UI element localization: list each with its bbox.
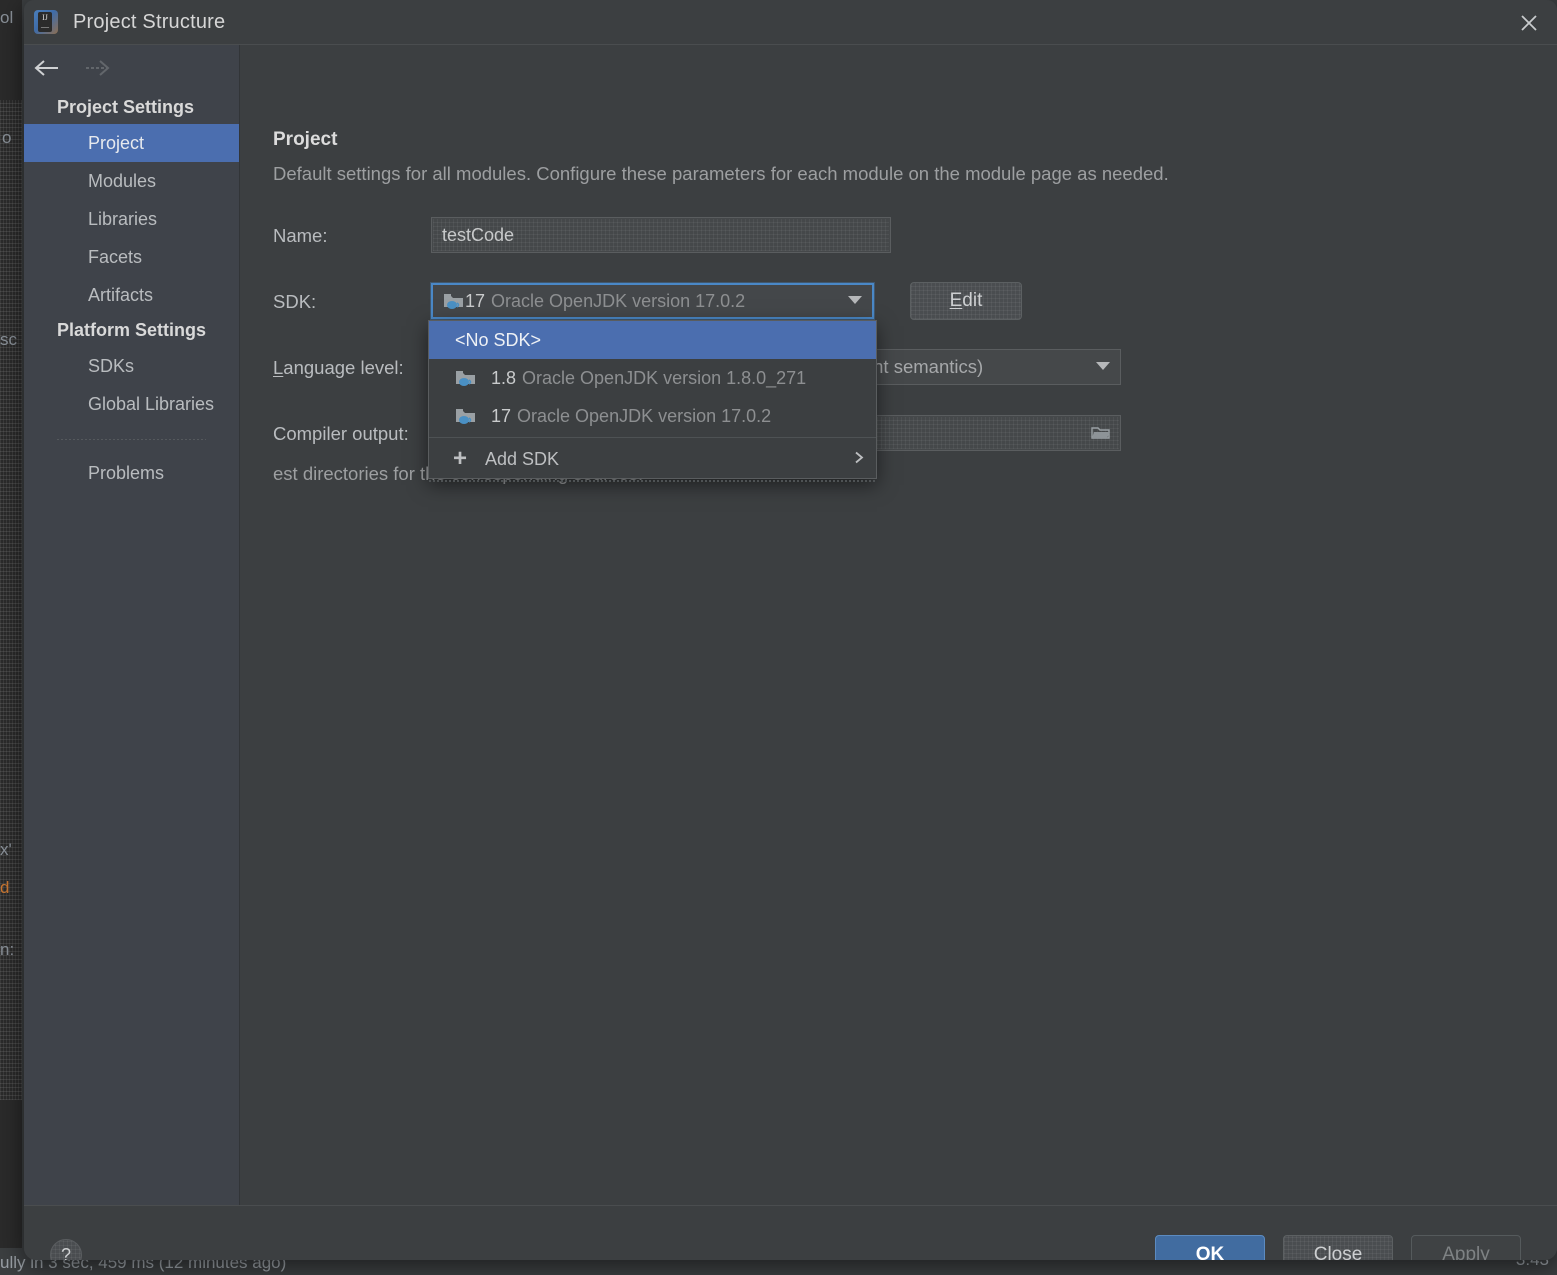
edit-button-mnemonic: E: [949, 290, 963, 311]
sdk-option-description: Oracle OpenJDK version 17.0.2: [517, 405, 772, 426]
sdk-option-description: Oracle OpenJDK version 1.8.0_271: [522, 367, 807, 388]
close-button[interactable]: Close: [1283, 1235, 1393, 1260]
sdk-description: Oracle OpenJDK version 17.0.2: [491, 290, 746, 311]
sdk-option-17[interactable]: 17 Oracle OpenJDK version 17.0.2: [429, 397, 876, 435]
language-level-mnemonic: L: [273, 357, 284, 378]
sidebar-item-modules[interactable]: Modules: [24, 162, 239, 200]
sidebar-item-artifacts[interactable]: Artifacts: [24, 276, 239, 314]
dialog-footer: ? OK Close Apply: [24, 1205, 1557, 1260]
sdk-version: 17: [465, 290, 486, 311]
sdk-option-1-8[interactable]: 1.8 Oracle OpenJDK version 1.8.0_271: [429, 359, 876, 397]
sdk-option-no-sdk[interactable]: <No SDK>: [429, 321, 876, 359]
edit-sdk-button[interactable]: Edit: [910, 282, 1022, 320]
close-button-mnemonic: C: [1313, 1244, 1328, 1260]
question-mark-icon[interactable]: ?: [50, 1239, 82, 1260]
jdk-folder-icon: [443, 292, 465, 310]
help-glyph: ?: [60, 1244, 71, 1261]
sidebar-item-label: Libraries: [88, 209, 158, 229]
sidebar-item-label: Global Libraries: [88, 394, 215, 414]
arrow-right-icon: [82, 55, 112, 81]
sidebar-item-global-libraries[interactable]: Global Libraries: [24, 385, 239, 423]
sdk-option-version: 17: [491, 405, 512, 426]
name-label: Name:: [273, 225, 328, 246]
language-level-label: Language level:: [273, 357, 404, 379]
close-button-label-rest: lose: [1327, 1244, 1363, 1260]
section-title: Project: [273, 129, 338, 150]
sidebar-group-title: Platform Settings: [57, 320, 207, 340]
section-description: Default settings for all modules. Config…: [273, 163, 1169, 184]
bg-char: sc: [0, 330, 17, 349]
sidebar-divider: [57, 439, 206, 440]
sidebar-item-label: Project: [88, 133, 145, 153]
chevron-down-icon: [1096, 358, 1110, 376]
footer-buttons: OK Close Apply: [1155, 1235, 1521, 1260]
bg-char: o: [2, 128, 12, 147]
project-name-value: testCode: [442, 224, 515, 245]
sidebar-nav-arrows: [24, 45, 239, 91]
sidebar-item-sdks[interactable]: SDKs: [24, 347, 239, 385]
project-structure-dialog: IJ — Project Structure Project Settings …: [24, 0, 1557, 1260]
compiler-output-label: Compiler output:: [273, 423, 409, 444]
project-settings-panel: Project Default settings for all modules…: [240, 45, 1557, 1205]
dialog-body: Project Settings Project Modules Librari…: [24, 45, 1557, 1205]
language-level-label-rest: anguage level:: [283, 357, 404, 378]
bg-char: d: [0, 878, 10, 897]
settings-sidebar: Project Settings Project Modules Librari…: [24, 45, 240, 1205]
popup-bottom-accent: [429, 480, 876, 482]
sidebar-group-title: Project Settings: [57, 97, 195, 117]
sidebar-item-project[interactable]: Project: [24, 124, 239, 162]
bg-char: n:: [0, 940, 15, 959]
apply-button: Apply: [1411, 1235, 1521, 1260]
sidebar-item-label: SDKs: [88, 356, 135, 376]
sidebar-item-label: Artifacts: [88, 285, 154, 305]
sidebar-item-facets[interactable]: Facets: [24, 238, 239, 276]
bg-char: x': [0, 840, 12, 859]
plus-icon: +: [452, 445, 467, 472]
sidebar-item-problems[interactable]: Problems: [24, 454, 239, 492]
ok-button-label: OK: [1195, 1244, 1225, 1260]
dialog-titlebar: IJ — Project Structure: [24, 0, 1557, 45]
sidebar-item-label: Modules: [88, 171, 157, 191]
jdk-folder-icon: [455, 369, 477, 387]
project-name-input[interactable]: testCode: [431, 217, 891, 253]
jdk-folder-icon: [455, 407, 477, 425]
sdk-option-add-sdk[interactable]: + Add SDK: [429, 440, 876, 478]
sidebar-item-libraries[interactable]: Libraries: [24, 200, 239, 238]
page-title: Project Structure: [73, 10, 226, 33]
edit-button-label-rest: dit: [962, 290, 983, 311]
arrow-left-icon[interactable]: [32, 55, 62, 81]
apply-button-label: Apply: [1442, 1244, 1490, 1260]
chevron-down-icon: [848, 292, 862, 310]
sdk-combobox[interactable]: 17 Oracle OpenJDK version 17.0.2: [431, 283, 874, 319]
folder-browse-icon[interactable]: [1088, 422, 1114, 444]
bg-char: ol: [0, 8, 14, 27]
sidebar-item-label: Facets: [88, 247, 143, 267]
close-icon[interactable]: [1501, 0, 1557, 45]
sdk-option-label: <No SDK>: [455, 329, 542, 350]
sidebar-item-label: Problems: [88, 463, 165, 483]
chevron-right-icon: [854, 449, 864, 470]
intellij-idea-icon: IJ —: [33, 9, 59, 35]
ok-button[interactable]: OK: [1155, 1235, 1265, 1260]
sdk-option-label: Add SDK: [485, 448, 560, 469]
sdk-dropdown-popup: <No SDK> 1.8 Oracle OpenJDK version 1.8.…: [428, 320, 877, 482]
sdk-label: SDK:: [273, 291, 317, 312]
sdk-option-version: 1.8: [491, 367, 517, 388]
popup-divider: [429, 437, 876, 438]
